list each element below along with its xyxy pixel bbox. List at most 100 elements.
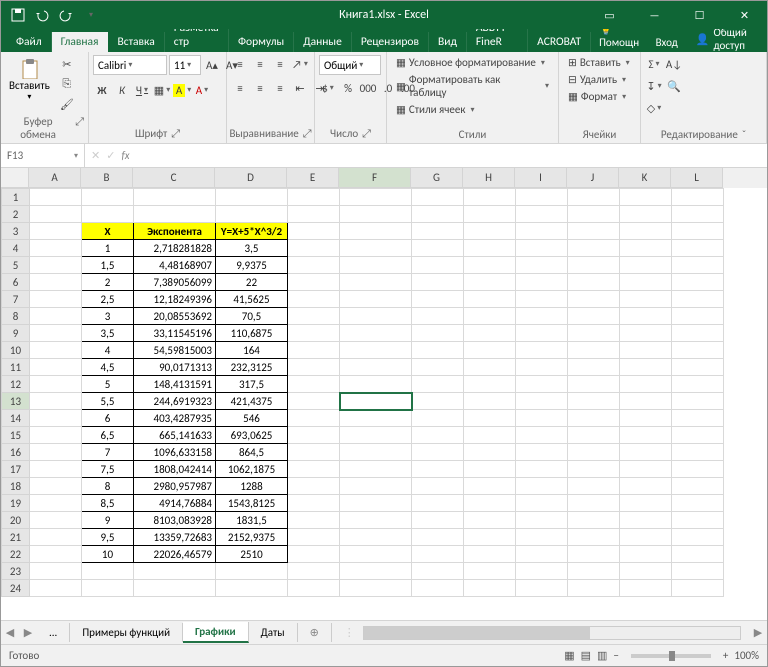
font-name-select[interactable]: Calibri [93,55,167,75]
cell[interactable] [464,546,516,563]
cell[interactable]: 7,389056099 [134,274,216,291]
cell[interactable]: 3,5 [216,240,288,257]
cell[interactable] [412,410,464,427]
cell[interactable]: 5,5 [82,393,134,410]
cell[interactable] [340,444,412,461]
cell[interactable] [516,427,568,444]
cell[interactable]: 1831,5 [216,512,288,529]
column-header[interactable]: C [133,168,215,188]
cell[interactable] [568,427,620,444]
share-button[interactable]: 👤 Общий доступ [686,26,767,52]
cell[interactable]: 4,48168907 [134,257,216,274]
cell[interactable]: 4,5 [82,359,134,376]
cell[interactable] [30,223,82,240]
cell[interactable] [568,206,620,223]
cell[interactable] [288,257,340,274]
cell[interactable]: 148,4131591 [134,376,216,393]
cell[interactable] [568,325,620,342]
cell[interactable]: 317,5 [216,376,288,393]
cell[interactable] [568,257,620,274]
cell[interactable]: 2,718281828 [134,240,216,257]
cell[interactable]: 1062,1875 [216,461,288,478]
copy-icon[interactable]: ⎘ [58,75,76,93]
sheet-tab-examples[interactable]: Примеры функций [70,623,183,642]
cell[interactable]: 2152,9375 [216,529,288,546]
row-header[interactable]: 7 [2,291,30,308]
cell[interactable] [464,308,516,325]
row-header[interactable]: 11 [2,359,30,376]
cell[interactable] [620,495,672,512]
cell[interactable] [412,376,464,393]
cell[interactable] [620,359,672,376]
cell[interactable]: 1096,633158 [134,444,216,461]
cell[interactable] [464,478,516,495]
cell[interactable] [134,563,216,580]
cell[interactable] [620,240,672,257]
cell[interactable] [464,376,516,393]
insert-cells-button[interactable]: ⊞ Вставить [563,55,635,70]
clipboard-dialog-icon[interactable]: ⤢ [75,115,84,141]
cell[interactable] [620,376,672,393]
cell[interactable] [464,410,516,427]
cell[interactable] [516,580,568,597]
cell[interactable]: 546 [216,410,288,427]
cell[interactable] [412,461,464,478]
cell[interactable] [216,563,288,580]
sheet-tab-dates[interactable]: Даты [249,623,298,642]
cell[interactable]: 1,5 [82,257,134,274]
cell[interactable]: 3,5 [82,325,134,342]
cell[interactable] [516,461,568,478]
cell[interactable] [672,478,724,495]
cell[interactable] [288,325,340,342]
cell[interactable] [288,580,340,597]
cell[interactable] [516,376,568,393]
cell[interactable]: 9,5 [82,529,134,546]
cell[interactable]: 232,3125 [216,359,288,376]
cell[interactable] [30,393,82,410]
cell[interactable] [412,580,464,597]
row-header[interactable]: 3 [2,223,30,240]
row-header[interactable]: 19 [2,495,30,512]
cell[interactable] [568,444,620,461]
align-left-icon[interactable]: ≡ [231,79,249,97]
cell[interactable]: 665,141633 [134,427,216,444]
tab-data[interactable]: Данные [294,32,352,52]
cell[interactable]: 10 [82,546,134,563]
cell[interactable] [340,240,412,257]
cell[interactable] [288,461,340,478]
cell[interactable] [412,257,464,274]
align-center-icon[interactable]: ≡ [251,79,269,97]
fill-color-icon[interactable]: A [173,81,191,99]
cell[interactable]: 1543,8125 [216,495,288,512]
cell[interactable] [464,223,516,240]
cell[interactable] [288,563,340,580]
border-icon[interactable]: ▦ [153,81,171,99]
cell[interactable] [516,563,568,580]
cell[interactable] [30,410,82,427]
cell[interactable] [568,189,620,206]
dedent-icon[interactable]: ⇤ [291,79,309,97]
font-color-icon[interactable]: A [193,81,211,99]
cell[interactable] [516,189,568,206]
cell[interactable] [340,512,412,529]
cell[interactable] [620,342,672,359]
cell[interactable] [288,189,340,206]
row-header[interactable]: 20 [2,512,30,529]
cell[interactable]: 41,5625 [216,291,288,308]
column-header[interactable]: L [671,168,723,188]
cell[interactable] [620,274,672,291]
cell[interactable] [620,223,672,240]
fill-icon[interactable]: ↧ [645,77,663,95]
cell[interactable] [672,206,724,223]
cell[interactable] [620,393,672,410]
cell[interactable] [30,359,82,376]
cell[interactable] [340,308,412,325]
cell[interactable] [288,223,340,240]
cell[interactable] [30,563,82,580]
cut-icon[interactable]: ✂ [58,55,76,73]
cell[interactable]: 1 [82,240,134,257]
tab-file[interactable]: Файл [7,32,52,52]
cell[interactable] [672,274,724,291]
row-header[interactable]: 1 [2,189,30,206]
cell[interactable] [672,291,724,308]
